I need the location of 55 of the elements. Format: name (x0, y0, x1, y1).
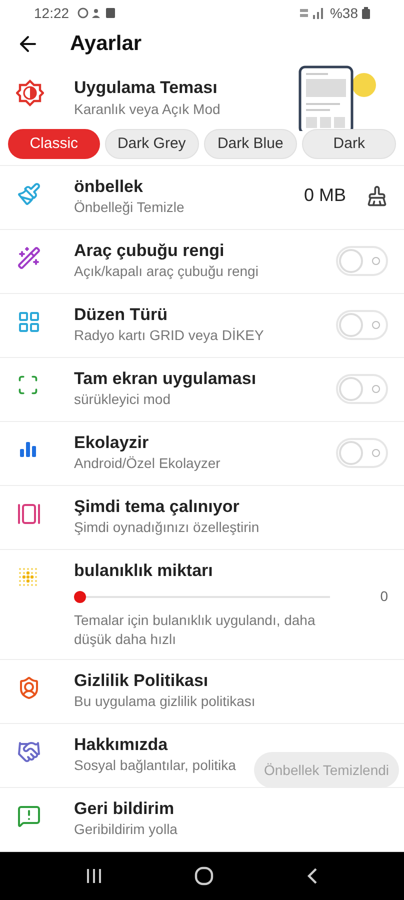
setting-subtitle: Açık/kapalı araç çubuğu rengi (74, 262, 258, 281)
setting-subtitle: Şimdi oynadığınızı özelleştirin (74, 518, 260, 537)
setting-title: Geri bildirim (74, 798, 174, 820)
setting-title: Araç çubuğu rengi (74, 240, 224, 262)
setting-subtitle: Bu uygulama gizlilik politikası (74, 692, 256, 711)
setting-title: Şimdi tema çalınıyor (74, 496, 240, 518)
toggle-switch[interactable] (336, 246, 388, 276)
setting-subtitle: Önbelleği Temizle (74, 198, 184, 217)
setting-title: önbellek (74, 176, 143, 198)
signal-icon (300, 7, 326, 20)
slider[interactable] (74, 590, 330, 602)
home-icon[interactable] (194, 866, 214, 886)
brush-icon (17, 182, 41, 206)
status-time: 12:22 (34, 4, 70, 23)
toggle-switch[interactable] (336, 374, 388, 404)
setting-subtitle: Sosyal bağlantılar, politika (74, 756, 236, 775)
setting-subtitle: sürükleyici mod (74, 390, 170, 409)
setting-title: Uygulama Teması (74, 77, 218, 99)
toggle-switch[interactable] (336, 438, 388, 468)
setting-subtitle: Radyo kartı GRID veya DİKEY (74, 326, 264, 345)
setting-subtitle: Geribildirim yolla (74, 820, 178, 839)
setting-title: Tam ekran uygulaması (74, 368, 256, 390)
grid-icon (17, 310, 41, 334)
theme-chip[interactable]: Classic (8, 129, 100, 159)
slider-reading: 0 (380, 587, 388, 606)
slider-thumb[interactable] (74, 590, 86, 602)
carousel-icon (17, 502, 41, 526)
setting-title: bulanıklık miktarı (74, 560, 213, 582)
cache-size: 0 MB (304, 184, 346, 207)
theme-icon (16, 79, 44, 107)
shield-user-icon (17, 676, 41, 700)
battery-level: %38 (330, 4, 358, 23)
screen-title: Ayarlar (70, 31, 142, 58)
back-nav-icon[interactable] (304, 867, 319, 885)
status-icons (77, 7, 118, 20)
theme-chip[interactable]: Dark Blue (204, 129, 298, 159)
setting-title: Düzen Türü (74, 304, 168, 326)
cache-cleared-toast: Önbellek Temizlendi (254, 752, 400, 788)
fullscreen-icon (17, 374, 39, 396)
dot-grid-icon (17, 566, 39, 588)
magic-wand-icon (17, 246, 41, 270)
clean-icon[interactable] (366, 184, 388, 206)
battery-icon (362, 7, 370, 20)
theme-chip[interactable]: Dark (302, 129, 396, 159)
setting-subtitle: Karanlık veya Açık Mod (74, 100, 222, 119)
recent-apps-icon[interactable] (85, 868, 104, 884)
setting-subtitle: Temalar için bulanıklık uygulandı, daha düşük daha hızlı (74, 611, 316, 649)
setting-title: Hakkımızda (74, 734, 168, 756)
setting-title: Gizlilik Politikası (74, 670, 208, 692)
feedback-icon (17, 804, 41, 828)
setting-subtitle: Android/Özel Ekolayzer (74, 454, 220, 473)
theme-chip[interactable]: Dark Grey (104, 129, 198, 159)
handshake-icon (17, 740, 41, 764)
toggle-switch[interactable] (336, 310, 388, 340)
setting-title: Ekolayzir (74, 432, 149, 454)
